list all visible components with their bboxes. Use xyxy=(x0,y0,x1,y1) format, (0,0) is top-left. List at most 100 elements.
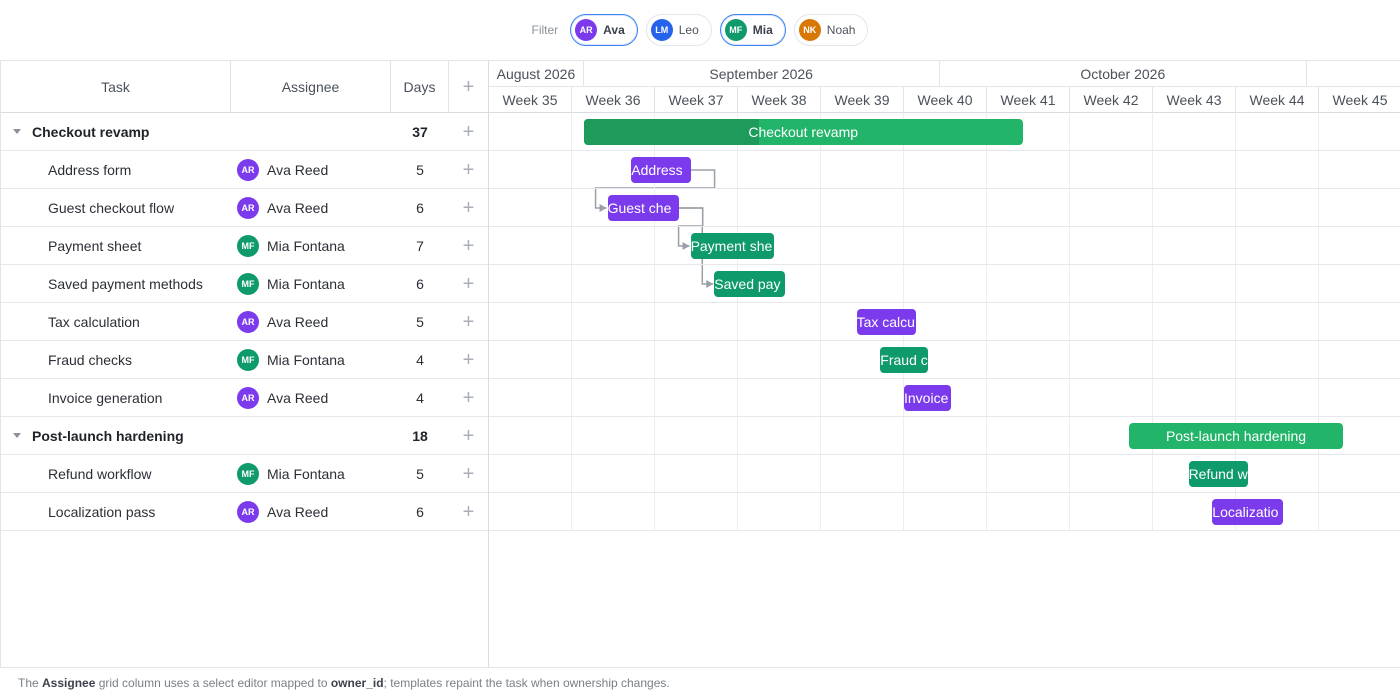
collapse-caret-icon[interactable] xyxy=(13,433,21,438)
task-row[interactable]: Address form AR Ava Reed 5 + xyxy=(1,151,488,189)
task-bar[interactable]: Localizatio xyxy=(1212,499,1284,525)
week-gridline xyxy=(820,113,821,531)
filter-chip-leo[interactable]: LM Leo xyxy=(645,14,712,46)
filter-chip-mia[interactable]: MF Mia xyxy=(719,14,786,46)
task-row[interactable]: Saved payment methods MF Mia Fontana 6 + xyxy=(1,265,488,303)
gantt-chart: Task Assignee Days + Checkout revamp 37 + A… xyxy=(0,60,1400,668)
add-subtask-button[interactable]: + xyxy=(449,493,488,530)
assignee-cell[interactable]: AR Ava Reed xyxy=(231,189,391,226)
add-subtask-button[interactable]: + xyxy=(449,303,488,340)
collapse-caret-icon[interactable] xyxy=(13,129,21,134)
row-gridline xyxy=(489,378,1400,379)
footer-note: The Assignee grid column uses a select e… xyxy=(18,676,670,690)
task-name-cell: Guest checkout flow xyxy=(1,189,231,226)
week-label: Week 45 xyxy=(1319,87,1400,113)
add-subtask-button[interactable]: + xyxy=(449,417,488,454)
assignee-cell[interactable]: MF Mia Fontana xyxy=(231,455,391,492)
plus-icon: + xyxy=(462,196,475,219)
days-cell: 7 xyxy=(416,237,424,254)
add-subtask-button[interactable]: + xyxy=(449,379,488,416)
project-row[interactable]: Checkout revamp 37 + xyxy=(1,113,488,151)
task-name-cell: Tax calculation xyxy=(1,303,231,340)
task-name: Payment sheet xyxy=(48,237,142,254)
grid-rows: Checkout revamp 37 + Address form AR Ava Reed… xyxy=(1,113,488,531)
plus-icon: + xyxy=(462,158,475,181)
project-row[interactable]: Post-launch hardening 18 + xyxy=(1,417,488,455)
row-gridline xyxy=(489,302,1400,303)
filter-chip-label: Leo xyxy=(678,23,699,37)
add-subtask-button[interactable]: + xyxy=(449,265,488,302)
link-arrow-icon xyxy=(599,204,607,212)
plus-icon: + xyxy=(462,120,475,143)
task-row[interactable]: Refund workflow MF Mia Fontana 5 + xyxy=(1,455,488,493)
task-bar[interactable]: Invoice xyxy=(904,385,952,411)
add-subtask-button[interactable]: + xyxy=(449,341,488,378)
avatar: AR xyxy=(237,310,259,333)
column-header-task[interactable]: Task xyxy=(1,61,231,112)
bar-label: Guest che xyxy=(607,200,672,216)
task-row[interactable]: Tax calculation AR Ava Reed 5 + xyxy=(1,303,488,341)
week-gridline xyxy=(1152,113,1153,531)
task-row[interactable]: Invoice generation AR Ava Reed 4 + xyxy=(1,379,488,417)
task-name-cell: Checkout revamp xyxy=(1,113,231,150)
task-row[interactable]: Payment sheet MF Mia Fontana 7 + xyxy=(1,227,488,265)
filter-chip-noah[interactable]: NK Noah xyxy=(793,14,869,46)
days-cell: 37 xyxy=(412,123,428,140)
plus-icon: + xyxy=(462,348,475,371)
task-bar[interactable]: Fraud c xyxy=(880,347,928,373)
row-gridline xyxy=(489,340,1400,341)
project-bar[interactable]: Post-launch hardening xyxy=(1129,423,1343,449)
column-header-assignee[interactable]: Assignee xyxy=(231,61,391,112)
bar-label: Invoice xyxy=(904,390,949,406)
assignee-cell[interactable]: AR Ava Reed xyxy=(231,379,391,416)
filter-label: Filter xyxy=(531,23,559,37)
project-bar[interactable]: Checkout revamp xyxy=(583,119,1023,145)
timeline: August 2026September 2026October 2026Nov… xyxy=(489,61,1400,667)
footer-bold: Assignee xyxy=(42,676,96,690)
task-bar[interactable]: Guest che xyxy=(607,195,679,221)
add-subtask-button[interactable]: + xyxy=(449,113,488,150)
assignee-name: Ava Reed xyxy=(267,389,329,406)
assignee-cell[interactable]: AR Ava Reed xyxy=(231,303,391,340)
assignee-name: Ava Reed xyxy=(267,161,329,178)
task-name-cell: Payment sheet xyxy=(1,227,231,264)
row-gridline xyxy=(489,454,1400,455)
avatar: MF xyxy=(237,234,259,257)
assignee-cell[interactable]: MF Mia Fontana xyxy=(231,341,391,378)
task-row[interactable]: Fraud checks MF Mia Fontana 4 + xyxy=(1,341,488,379)
add-subtask-button[interactable]: + xyxy=(449,189,488,226)
task-bar[interactable]: Refund w xyxy=(1188,461,1248,487)
assignee-cell[interactable]: MF Mia Fontana xyxy=(231,265,391,302)
assignee-name: Mia Fontana xyxy=(267,275,345,292)
add-subtask-button[interactable]: + xyxy=(449,227,488,264)
plus-icon: + xyxy=(462,462,475,485)
week-label: Week 44 xyxy=(1236,87,1319,113)
task-name-cell: Fraud checks xyxy=(1,341,231,378)
days-cell: 6 xyxy=(416,503,424,520)
filter-chip-ava[interactable]: AR Ava xyxy=(570,14,638,46)
column-header-days[interactable]: Days xyxy=(391,61,449,112)
task-bar[interactable]: Tax calcu xyxy=(856,309,916,335)
dependency-links xyxy=(594,169,716,288)
task-row[interactable]: Guest checkout flow AR Ava Reed 6 + xyxy=(1,189,488,227)
task-name: Tax calculation xyxy=(48,313,140,330)
footer-bold: owner_id xyxy=(330,676,384,690)
avatar: MF xyxy=(237,462,259,485)
task-row[interactable]: Localization pass AR Ava Reed 6 + xyxy=(1,493,488,531)
task-bar[interactable]: Saved pay xyxy=(714,271,786,297)
task-bar[interactable]: Address xyxy=(631,157,691,183)
plus-icon: + xyxy=(462,310,475,333)
days-cell: 4 xyxy=(416,351,424,368)
assignee-cell[interactable]: AR Ava Reed xyxy=(231,151,391,188)
task-bar[interactable]: Payment she xyxy=(690,233,774,259)
assignee-name: Ava Reed xyxy=(267,199,329,216)
add-subtask-button[interactable]: + xyxy=(449,455,488,492)
avatar: NK xyxy=(798,19,821,41)
add-task-header-button[interactable]: + xyxy=(449,61,488,112)
assignee-name: Mia Fontana xyxy=(267,351,345,368)
row-gridline xyxy=(489,530,1400,531)
assignee-cell[interactable]: AR Ava Reed xyxy=(231,493,391,530)
add-subtask-button[interactable]: + xyxy=(449,151,488,188)
assignee-cell[interactable]: MF Mia Fontana xyxy=(231,227,391,264)
filter-chip-label: Noah xyxy=(826,23,856,37)
